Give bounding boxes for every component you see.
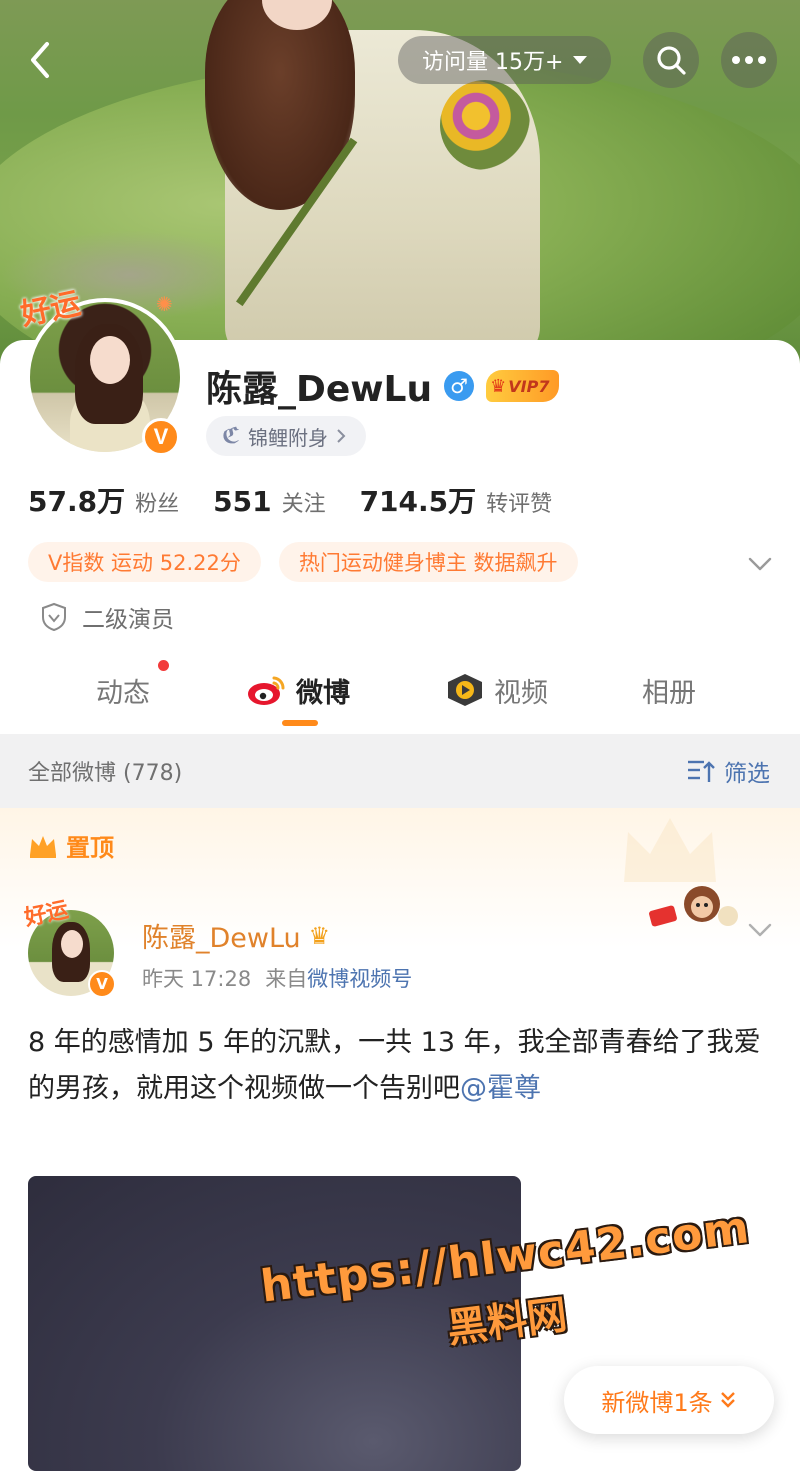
visits-label: 访问量 15万+ [422,50,564,75]
tab-label: 微博 [296,677,350,709]
post-author-name[interactable]: 陈露_DewLu [142,916,301,955]
post-author-row: 陈露_DewLu ♛ [142,916,330,955]
tab-video[interactable]: 视频 [446,660,548,720]
koi-label: 锦鲤附身 [248,425,329,450]
post-avatar-face [61,930,83,958]
profile-name: 陈露_DewLu [206,369,433,410]
tab-weibo[interactable]: 微博 [246,660,350,720]
tab-label: 视频 [494,677,548,709]
monkey-sticker-icon [649,886,738,927]
more-button[interactable] [721,32,777,88]
post-source-link[interactable]: 微博视频号 [307,967,412,991]
back-arrow-icon [31,42,49,78]
new-post-notice-button[interactable]: 新微博1条 [564,1366,774,1434]
chevron-right-icon [337,429,346,443]
weibo-logo-icon [248,676,285,705]
vip-level: VIP7 [508,376,550,396]
vip-badge[interactable]: ♛ VIP7 [486,370,560,402]
profile-tags: V指数 运动 52.22分 热门运动健身博主 数据飙升 [28,542,578,582]
visits-dropdown[interactable]: 访问量 15万+ [398,36,612,84]
filter-label: 筛选 [724,761,770,787]
profile-tabs: 动态 微博 视频 相册 [0,660,800,732]
verified-badge-icon: V [142,418,180,456]
search-icon [657,46,686,75]
stat-interactions[interactable]: 714.5万 转评赞 [360,480,553,520]
shield-icon [42,602,66,632]
post-body: 8 年的感情加 5 年的沉默，一共 13 年，我全部青春给了我爱的男孩，就用这个… [28,1020,772,1112]
post-source-prefix: 来自 [265,967,308,991]
tab-label: 相册 [642,677,696,709]
sparkle-icon: ✺ [156,292,173,316]
caret-down-icon [573,56,588,64]
v-index-tag[interactable]: V指数 运动 52.22分 [28,542,261,582]
male-gender-icon: ♂ [444,371,475,401]
profile-name-row: 陈露_DewLu ♂ ♛ VIP7 [206,360,560,412]
post-source: 来自微博视频号 [265,963,412,993]
active-tab-indicator [282,720,318,726]
top-bar: 访问量 15万+ [0,0,800,120]
stat-value: 714.5万 [359,485,477,518]
chevron-down-icon[interactable] [744,548,776,580]
tab-album[interactable]: 相册 [642,660,696,720]
stat-label: 粉丝 [135,492,180,517]
stat-following[interactable]: 551 关注 [213,485,325,518]
filter-icon [688,760,715,782]
stat-followers[interactable]: 57.8万 粉丝 [28,480,179,520]
crown-icon [30,835,56,858]
post-verified-badge-icon: V [88,970,116,998]
post-time: 昨天 17:28 [142,967,252,991]
koi-icon: ℭ [222,423,241,449]
notification-dot [158,660,169,671]
new-post-label: 新微博1条 [601,1388,713,1417]
tab-label: 动态 [96,677,150,709]
profile-stats: 57.8万 粉丝 551 关注 714.5万 转评赞 [28,480,552,520]
role-row: 二级演员 [40,600,174,634]
filter-bar: 全部微博 (778) 筛选 [0,734,800,808]
video-play-icon [448,674,482,706]
role-label: 二级演员 [82,607,174,633]
tab-dongtai[interactable]: 动态 [96,660,150,720]
avatar-face [90,336,130,384]
post-meta: 昨天 17:28 来自微博视频号 [142,963,412,993]
search-button[interactable] [643,32,699,88]
stat-value: 57.8万 [28,485,126,518]
koi-badge-button[interactable]: ℭ 锦鲤附身 [206,416,367,456]
post-text: 8 年的感情加 5 年的沉默，一共 13 年，我全部青春给了我爱的男孩，就用这个… [28,1027,761,1104]
chevron-down-icon[interactable] [744,914,776,946]
back-button[interactable] [20,36,60,84]
stat-label: 关注 [281,492,326,517]
post-mention-link[interactable]: @霍尊 [460,1073,541,1104]
stat-label: 转评赞 [486,492,553,517]
all-posts-count: 全部微博 (778) [28,761,183,786]
filter-button[interactable]: 筛选 [686,754,770,788]
blogger-tag[interactable]: 热门运动健身博主 数据飙升 [278,542,578,582]
stat-value: 551 [213,485,272,518]
pinned-text: 置顶 [66,834,114,862]
pinned-label: 置顶 [28,828,114,863]
crown-icon: ♛ [490,375,507,397]
vip-crown-icon: ♛ [308,921,331,950]
double-chevron-down-icon [720,1392,735,1408]
more-dots-icon [732,56,766,64]
